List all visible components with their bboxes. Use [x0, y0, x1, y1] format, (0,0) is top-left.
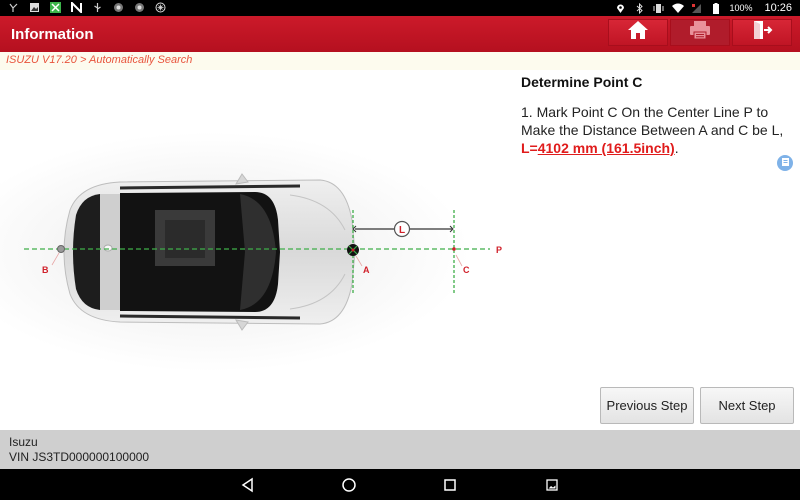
bluetooth-icon — [634, 2, 645, 14]
note-button[interactable] — [777, 155, 793, 171]
home-circle-icon — [340, 478, 358, 498]
distance-prefix: L= — [521, 140, 538, 156]
shield-icon — [134, 2, 145, 13]
settings-icon — [155, 2, 166, 13]
label-c: C — [463, 265, 470, 275]
home-icon — [627, 20, 649, 45]
next-step-button[interactable]: Next Step — [700, 387, 794, 424]
wifi-icon — [672, 3, 685, 14]
previous-step-button[interactable]: Previous Step — [600, 387, 694, 424]
point-c-marker — [452, 247, 456, 251]
vehicle-vin: VIN JS3TD000000100000 — [9, 450, 150, 464]
note-icon — [781, 154, 790, 172]
usb-debug-icon — [8, 2, 19, 13]
label-p: P — [496, 245, 502, 255]
shield-icon — [113, 2, 124, 13]
signal-icon — [691, 3, 702, 14]
exit-button[interactable] — [732, 19, 792, 46]
distance-measure: 4102 mm (161.5inch) — [537, 140, 675, 156]
back-icon — [239, 477, 257, 498]
car-position-diagram: L B A C P — [0, 70, 510, 430]
recents-icon — [441, 479, 459, 498]
step-suffix: . — [674, 140, 679, 156]
vehicle-make: Isuzu — [9, 435, 38, 449]
step-body: 1. Mark Point C On the Center Line P to … — [521, 104, 784, 138]
point-b-marker — [57, 245, 65, 253]
battery-icon — [710, 2, 721, 14]
vehicle-info-footer: Isuzu VIN JS3TD000000100000 — [0, 430, 800, 469]
distance-value: L=4102 mm (161.5inch) — [521, 140, 675, 156]
battery-percent: 100% — [729, 3, 753, 13]
instructions-panel: Determine Point C 1. Mark Point C On the… — [521, 70, 791, 157]
app-header: Information — [0, 16, 800, 52]
system-icons: 100% 10:26 — [615, 2, 792, 14]
screenshot-icon — [543, 479, 561, 498]
app-icon — [50, 2, 61, 13]
printer-icon — [689, 20, 711, 45]
screenshot-button[interactable] — [543, 476, 561, 494]
usb-icon — [92, 2, 103, 13]
exit-icon — [751, 20, 773, 45]
label-a: A — [363, 265, 370, 275]
notification-icons — [8, 0, 166, 15]
diagram-panel: L B A C P — [0, 70, 510, 430]
label-l: L — [399, 225, 405, 236]
android-nav-bar — [0, 469, 800, 500]
print-button[interactable] — [670, 19, 730, 46]
page-title: Information — [11, 26, 94, 43]
vibrate-icon — [653, 3, 664, 14]
home-nav-button[interactable] — [340, 476, 358, 494]
location-icon — [615, 3, 626, 14]
step-heading: Determine Point C — [521, 74, 643, 90]
step-text: 1. Mark Point C On the Center Line P to … — [521, 103, 791, 157]
image-icon — [29, 2, 40, 13]
home-button[interactable] — [608, 19, 668, 46]
n-icon — [71, 0, 82, 15]
status-bar: 100% 10:26 — [0, 0, 800, 16]
recents-button[interactable] — [441, 476, 459, 494]
back-button[interactable] — [239, 476, 257, 494]
label-b: B — [42, 265, 49, 275]
clock: 10:26 — [764, 2, 792, 14]
breadcrumb: ISUZU V17.20 > Automatically Search — [0, 52, 800, 70]
car-top-view — [63, 173, 356, 331]
